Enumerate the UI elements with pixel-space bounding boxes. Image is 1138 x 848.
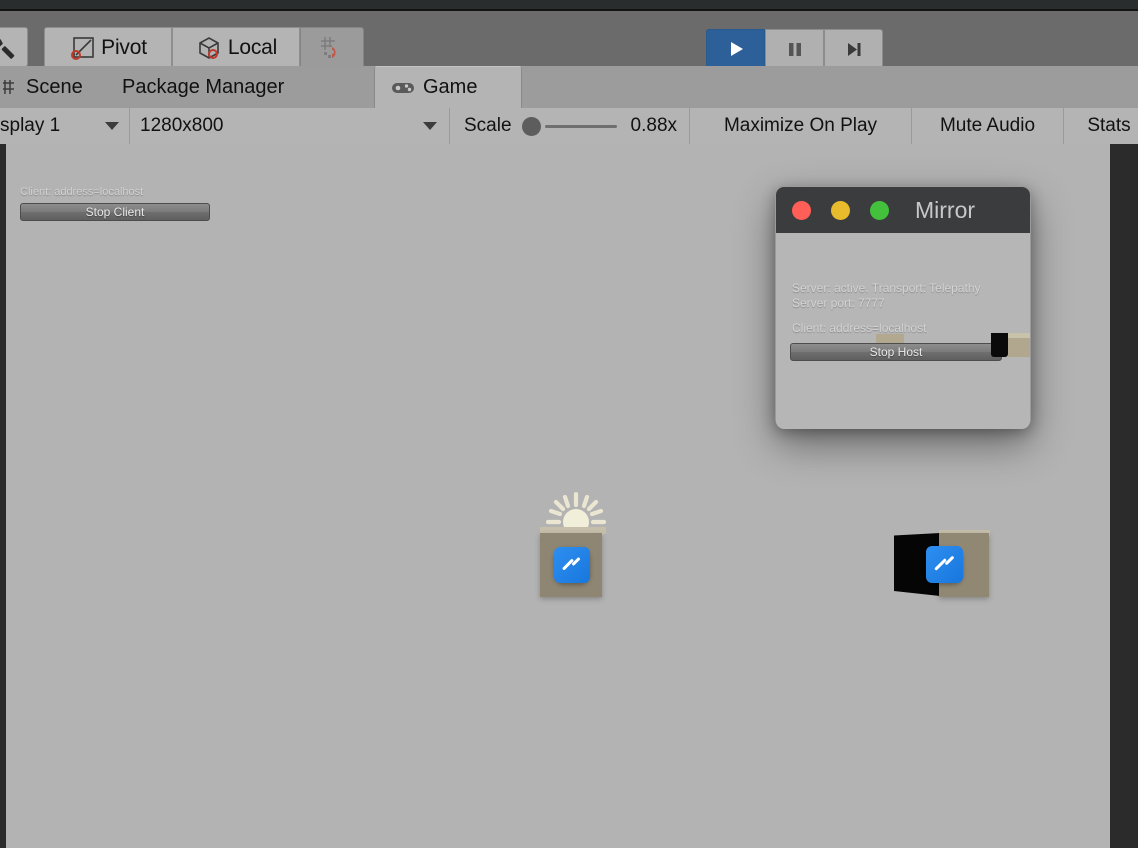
tab-game[interactable]: Game <box>374 66 522 108</box>
panel-tab-bar: Scene Package Manager Game <box>0 66 1138 108</box>
pivot-toggle-button[interactable]: Pivot <box>44 27 172 69</box>
mirror-window-titlebar[interactable]: Mirror <box>776 187 1030 233</box>
chevron-down-icon <box>423 122 437 130</box>
grid-snap-button[interactable] <box>300 27 364 69</box>
play-icon <box>730 41 743 56</box>
gamepad-icon <box>392 82 414 93</box>
step-button[interactable] <box>824 29 883 68</box>
pivot-icon <box>71 37 94 60</box>
tab-scene-label: Scene <box>26 75 83 98</box>
game-view-canvas[interactable]: Client: address=localhost Stop Client Mi… <box>6 144 1110 848</box>
mirror-window[interactable]: Mirror Server: active. Transport: Telepa… <box>775 186 1031 429</box>
scale-value-label: 0.88x <box>630 115 678 136</box>
tab-scene[interactable]: Scene <box>0 66 106 108</box>
maximize-on-play-label: Maximize On Play <box>723 115 878 136</box>
minimize-icon[interactable] <box>831 200 850 220</box>
play-controls <box>706 29 883 68</box>
game-view-toolbar: splay 1 1280x800 Scale 0.88x Maximize On… <box>0 108 1138 144</box>
display-dropdown[interactable]: splay 1 <box>0 108 130 144</box>
client-address-text: Client: address=localhost <box>792 321 927 335</box>
resolution-dropdown[interactable]: 1280x800 <box>130 108 450 144</box>
player-cube-left[interactable] <box>537 527 607 597</box>
maximize-icon[interactable] <box>870 200 889 220</box>
tab-package-manager[interactable]: Package Manager <box>106 66 374 108</box>
blue-slash-icon <box>926 546 963 583</box>
mute-audio-label: Mute Audio <box>939 115 1036 136</box>
cube-fragment-dark <box>991 333 1008 357</box>
server-status-text: Server: active. Transport: Telepathy <box>792 281 981 295</box>
stats-label: Stats <box>1087 115 1131 136</box>
grid-snap-magnet-icon <box>321 37 336 58</box>
mirror-window-title: Mirror <box>915 196 976 223</box>
tab-package-manager-label: Package Manager <box>122 75 285 98</box>
scale-slider-knob[interactable] <box>521 116 541 136</box>
window-title-strip <box>0 0 1138 9</box>
blue-slash-icon <box>554 547 590 583</box>
game-viewport-frame: Client: address=localhost Stop Client Mi… <box>0 144 1138 848</box>
main-toolbar: Pivot Local <box>0 11 1138 69</box>
stop-host-button[interactable]: Stop Host <box>790 343 1002 361</box>
local-space-toggle-button[interactable]: Local <box>172 27 300 69</box>
step-forward-icon <box>847 42 860 56</box>
tab-game-label: Game <box>423 76 478 98</box>
scale-label: Scale <box>464 115 512 136</box>
mirror-window-body: Server: active. Transport: Telepathy Ser… <box>776 233 1030 429</box>
move-tool-button[interactable] <box>0 27 28 67</box>
scale-slider-track[interactable] <box>544 124 617 128</box>
display-dropdown-value: splay 1 <box>0 115 61 136</box>
player-icon-left <box>554 547 590 583</box>
local-space-cube-icon <box>199 37 219 59</box>
close-icon[interactable] <box>792 200 811 220</box>
stats-toggle[interactable]: Stats <box>1064 108 1138 144</box>
player-icon-right <box>926 546 963 583</box>
cube-fragment-light-top <box>1008 333 1030 338</box>
pause-icon <box>788 42 801 56</box>
client-status-text: Client: address=localhost <box>20 186 144 198</box>
scene-icon <box>3 80 14 94</box>
pause-button[interactable] <box>765 29 824 68</box>
mute-audio-toggle[interactable]: Mute Audio <box>912 108 1064 144</box>
server-port-text: Server port: 7777 <box>792 296 885 310</box>
scale-slider-group[interactable]: Scale 0.88x <box>450 108 690 144</box>
pivot-button-label: Pivot <box>101 36 147 59</box>
player-cube-right[interactable] <box>890 527 994 597</box>
maximize-on-play-toggle[interactable]: Maximize On Play <box>690 108 912 144</box>
stop-client-button[interactable]: Stop Client <box>20 203 210 221</box>
chevron-down-icon <box>105 122 119 130</box>
move-tool-icon <box>0 34 15 59</box>
resolution-dropdown-value: 1280x800 <box>140 115 224 136</box>
play-button[interactable] <box>706 29 765 68</box>
local-button-label: Local <box>227 36 278 59</box>
client-hud: Client: address=localhost Stop Client <box>20 186 210 221</box>
